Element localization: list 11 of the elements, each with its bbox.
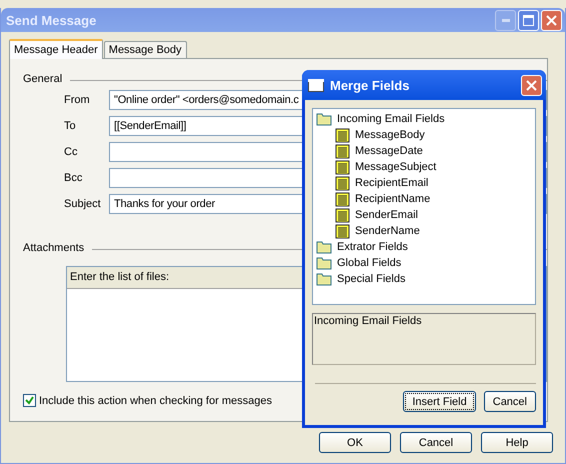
dialog-title: Merge Fields (330, 78, 410, 92)
field-label: Bcc (64, 172, 84, 184)
window-title: Send Message (6, 12, 98, 28)
field-label: From (64, 94, 91, 106)
field-label: Cc (64, 146, 78, 158)
group-heading: Attachments (23, 242, 84, 254)
field-label: To (64, 120, 77, 132)
field-label: Subject (64, 198, 102, 210)
description-field: Incoming Email Fields (312, 313, 536, 365)
checkbox-label: Include this action when checking for messages (39, 394, 272, 406)
group-heading: General (23, 73, 62, 85)
